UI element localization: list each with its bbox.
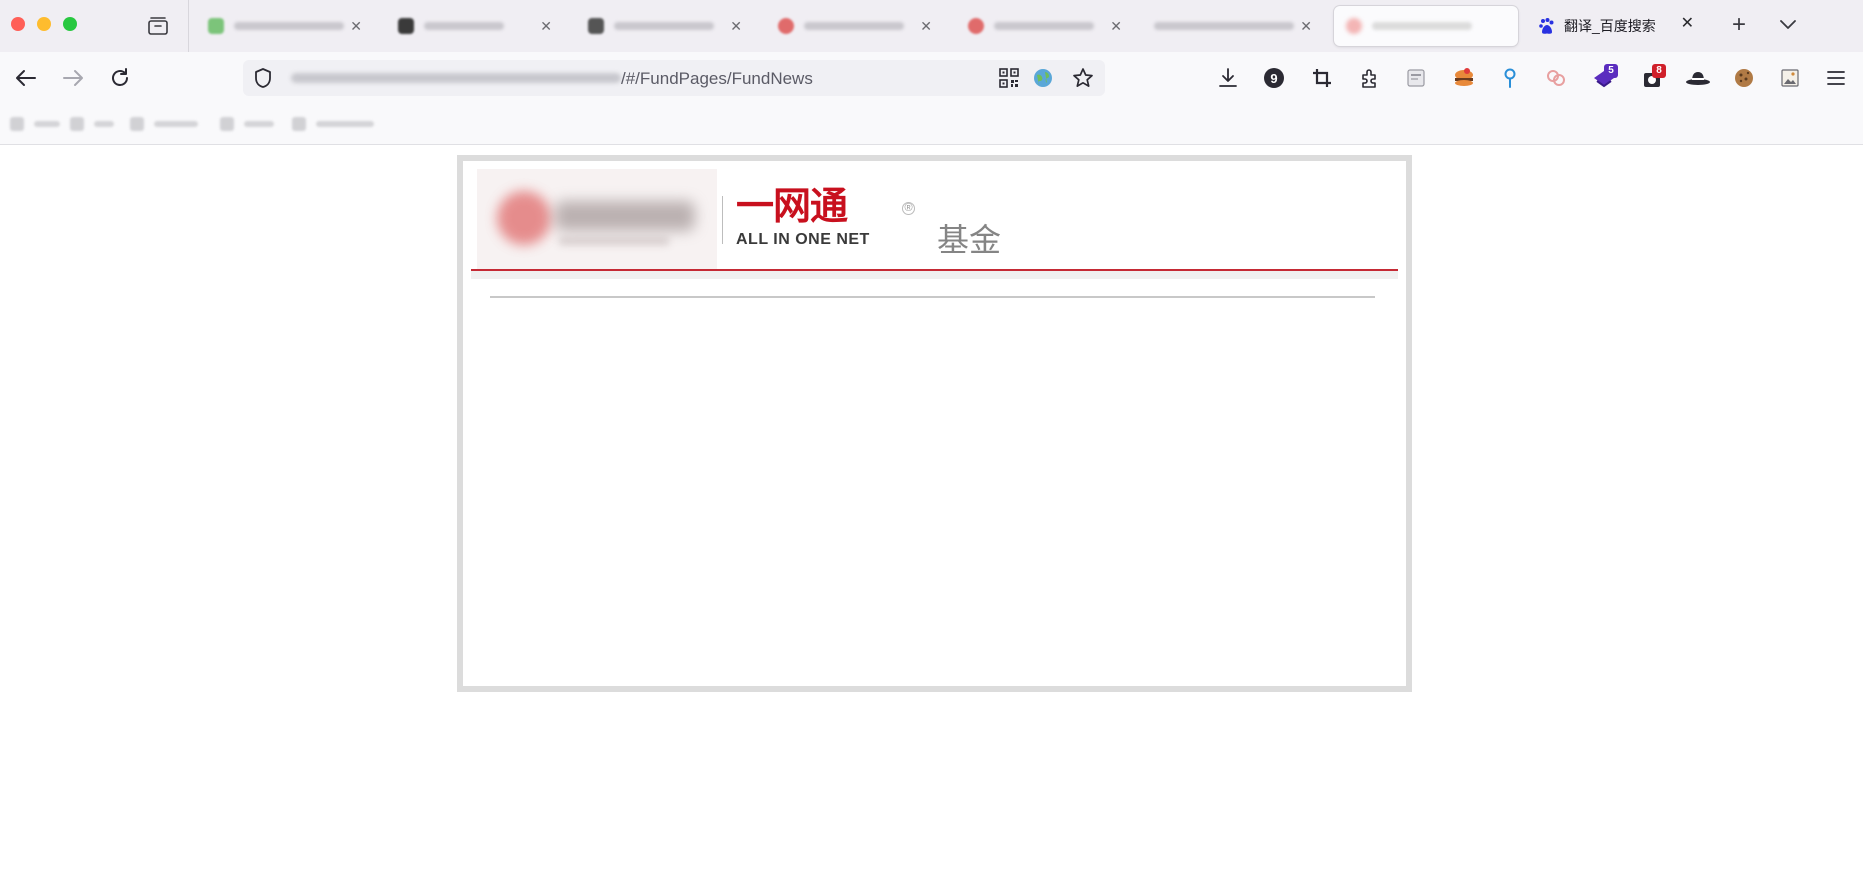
tab-favicon (1346, 18, 1362, 34)
counter-badge: 9 (1264, 68, 1284, 88)
shield-icon[interactable] (251, 66, 275, 90)
close-icon[interactable]: ✕ (920, 18, 932, 34)
window-maximize-button[interactable] (63, 17, 77, 31)
bank-subtitle-blurred (559, 237, 669, 245)
content-frame: 一网通 ALL IN ONE NET ® 基金 (457, 155, 1412, 692)
tab-favicon (208, 18, 224, 34)
download-icon[interactable] (1214, 64, 1242, 92)
brand-title: 一网通 (736, 186, 848, 228)
tab-favicon (778, 18, 794, 34)
tab-3[interactable]: ✕ (576, 6, 754, 46)
window-close-button[interactable] (11, 17, 25, 31)
tab-2[interactable]: ✕ (386, 6, 564, 46)
image-extension-icon[interactable] (1776, 64, 1804, 92)
tab-favicon (968, 18, 984, 34)
close-icon[interactable]: ✕ (540, 18, 552, 34)
tab-list-icon[interactable] (1776, 12, 1800, 38)
menu-icon[interactable] (1822, 64, 1850, 92)
red-badge: 8 (1652, 64, 1666, 78)
tab-label (994, 22, 1094, 30)
tab-strip: ✕ ✕ ✕ ✕ ✕ ✕ 翻译_百度搜索 ✕ + (0, 0, 1863, 52)
tab-5[interactable]: ✕ (956, 6, 1134, 46)
address-bar[interactable]: /#/FundPages/FundNews (243, 60, 1105, 96)
site-header: 一网通 ALL IN ONE NET ® 基金 (471, 169, 1398, 298)
bookmark-star-icon[interactable] (1071, 66, 1095, 90)
brand-subtitle: ALL IN ONE NET (736, 231, 870, 248)
crop-icon[interactable] (1308, 64, 1336, 92)
tab-baidu-translate[interactable]: 翻译_百度搜索 ✕ (1526, 6, 1706, 46)
reader-extension-icon[interactable] (1402, 64, 1430, 92)
url-text[interactable]: /#/FundPages/FundNews (621, 69, 813, 89)
red-badge-extension-icon[interactable]: 8 (1638, 64, 1666, 92)
counter-extension-icon[interactable]: 9 (1260, 64, 1288, 92)
link-rings-icon[interactable] (1542, 64, 1570, 92)
registered-mark: ® (902, 202, 915, 215)
bookmark-item[interactable] (70, 116, 114, 132)
globe-icon[interactable] (1031, 66, 1055, 90)
tab-label (804, 22, 904, 30)
tab-label (1372, 22, 1472, 30)
reload-icon[interactable] (106, 64, 134, 92)
tab-label (1154, 22, 1294, 30)
url-blurred-host (291, 73, 621, 83)
header-shadow-strip (471, 271, 1398, 279)
cookie-icon[interactable] (1730, 64, 1758, 92)
bookmark-item[interactable] (130, 116, 198, 132)
section-title: 基金 (937, 222, 1002, 258)
tab-label (614, 22, 714, 30)
close-icon[interactable]: ✕ (1681, 16, 1694, 32)
close-icon[interactable]: ✕ (350, 18, 362, 34)
tab-1[interactable]: ✕ (196, 6, 374, 46)
bookmark-item[interactable] (10, 116, 60, 132)
tab-7[interactable] (1334, 6, 1518, 46)
tab-strip-separator (188, 0, 189, 52)
bank-seal-icon (497, 191, 551, 245)
qr-code-icon[interactable] (997, 66, 1021, 90)
bookmarks-toolbar (0, 104, 1863, 145)
tab-favicon (588, 18, 604, 34)
baidu-paw-icon (1538, 17, 1556, 35)
content-divider (490, 296, 1375, 298)
hamburger-extension-icon[interactable] (1450, 64, 1478, 92)
navigation-toolbar: /#/FundPages/FundNews 9 5 8 (0, 52, 1863, 104)
close-icon[interactable]: ✕ (1300, 18, 1312, 34)
bookmark-item[interactable] (220, 116, 274, 132)
bank-name-blurred (555, 201, 695, 231)
tab-6[interactable]: ✕ (1146, 6, 1324, 46)
new-tab-icon[interactable]: + (1726, 12, 1752, 38)
tab-label: 翻译_百度搜索 (1564, 18, 1656, 34)
hat-icon[interactable] (1684, 64, 1712, 92)
purple-badge: 5 (1604, 64, 1618, 78)
window-minimize-button[interactable] (37, 17, 51, 31)
tab-label (234, 22, 344, 30)
purple-extension-icon[interactable]: 5 (1590, 64, 1618, 92)
bookmark-item[interactable] (292, 116, 374, 132)
location-pin-icon[interactable] (1496, 64, 1524, 92)
close-icon[interactable]: ✕ (730, 18, 742, 34)
bank-logo[interactable] (477, 169, 717, 269)
tab-groups-icon[interactable] (146, 14, 170, 38)
close-icon[interactable]: ✕ (1110, 18, 1122, 34)
forward-icon[interactable] (59, 64, 87, 92)
extensions-icon[interactable] (1356, 64, 1384, 92)
tab-favicon (398, 18, 414, 34)
logo-divider (722, 196, 723, 244)
tab-4[interactable]: ✕ (766, 6, 944, 46)
tab-label (424, 22, 504, 30)
back-icon[interactable] (12, 64, 40, 92)
